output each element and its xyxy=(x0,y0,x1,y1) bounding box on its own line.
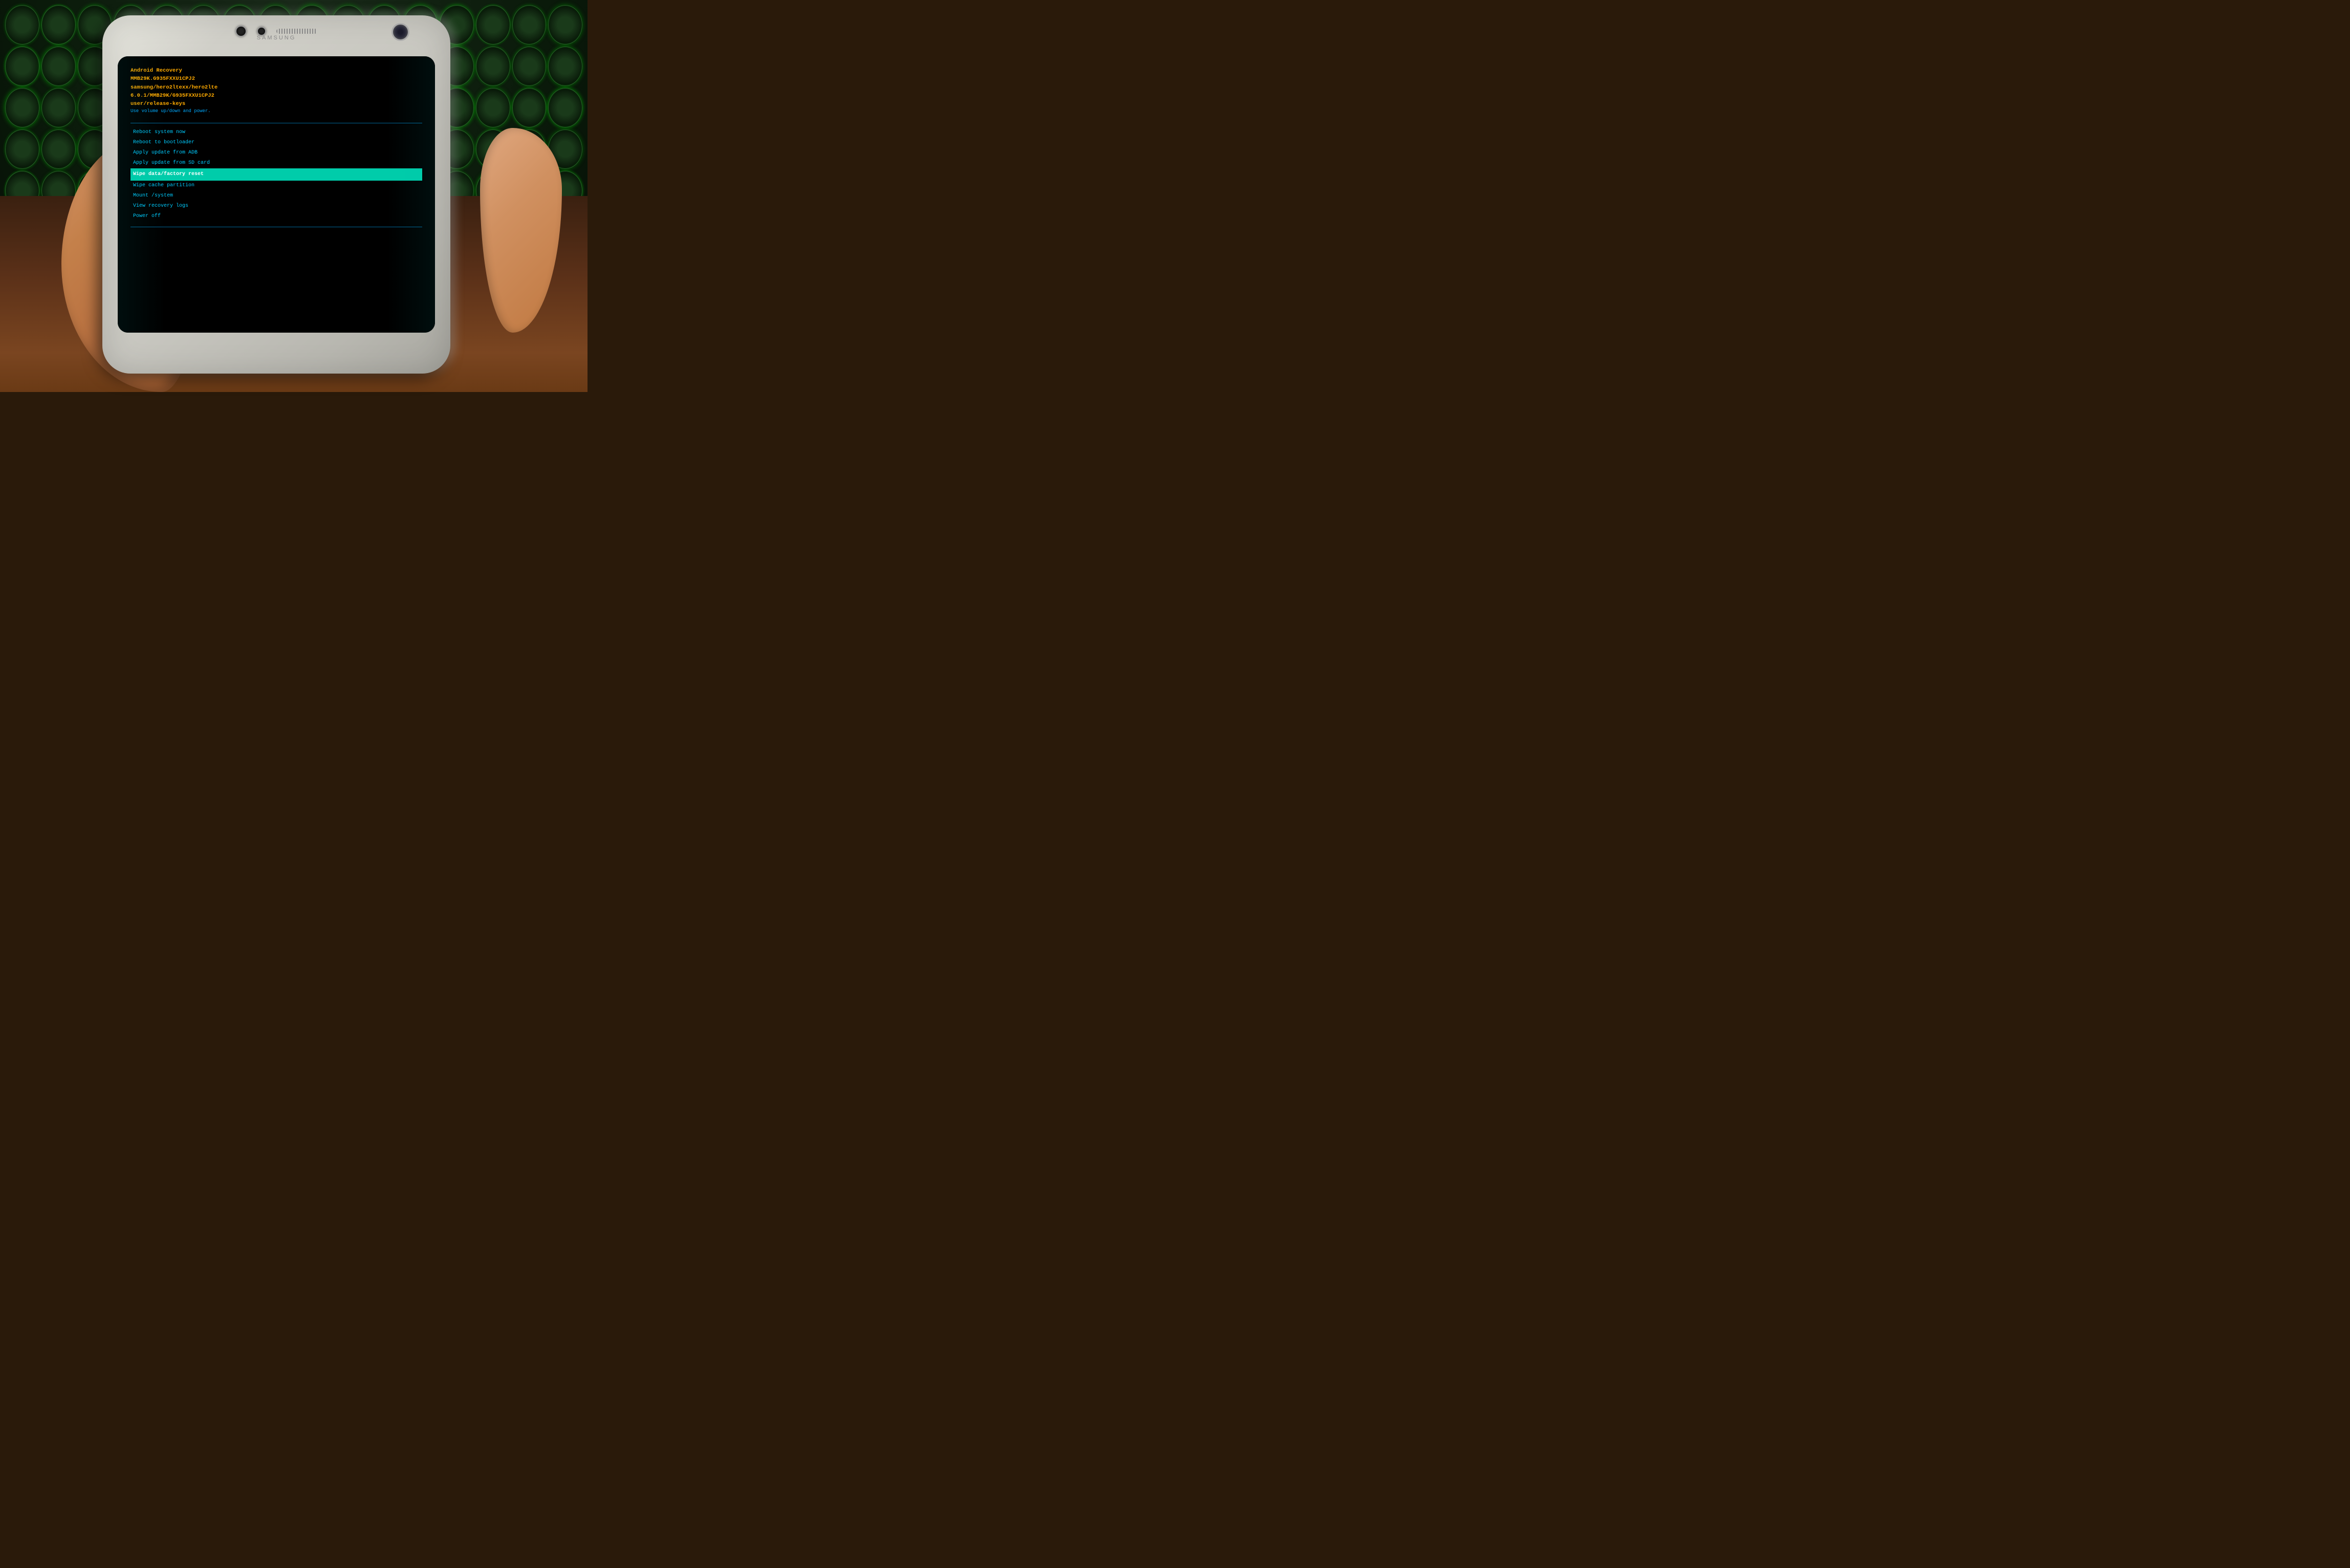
keyboard-key xyxy=(548,47,582,86)
keyboard-key xyxy=(512,5,547,45)
menu-item-power-off[interactable]: Power off xyxy=(130,211,422,222)
rear-camera xyxy=(391,23,409,41)
keyboard-key xyxy=(41,5,76,45)
samsung-logo: SAMSUNG xyxy=(257,35,296,41)
menu-item-reboot-system[interactable]: Reboot system now xyxy=(130,127,422,138)
build-line-4: user/release-keys xyxy=(130,100,422,108)
keyboard-key xyxy=(512,47,547,86)
menu-item-wipe-cache[interactable]: Wipe cache partition xyxy=(130,181,422,191)
keyboard-key xyxy=(5,129,39,169)
keyboard-key xyxy=(5,5,39,45)
keyboard-key xyxy=(512,88,547,127)
build-line-1: MMB29K.G935FXXU1CPJ2 xyxy=(130,75,422,83)
speaker-grill xyxy=(276,29,317,34)
recovery-header: Android Recovery MMB29K.G935FXXU1CPJ2 sa… xyxy=(130,67,422,115)
navigation-hint: Use volume up/down and power. xyxy=(130,108,422,115)
recovery-menu: Reboot system now Reboot to bootloader A… xyxy=(130,127,422,222)
recovery-title: Android Recovery xyxy=(130,67,422,75)
keyboard-key xyxy=(41,47,76,86)
menu-item-apply-sd[interactable]: Apply update from SD card xyxy=(130,158,422,168)
keyboard-key xyxy=(476,5,510,45)
menu-item-apply-adb[interactable]: Apply update from ADB xyxy=(130,148,422,158)
keyboard-key xyxy=(5,88,39,127)
keyboard-key xyxy=(476,47,510,86)
menu-item-wipe-factory[interactable]: Wipe data/factory reset xyxy=(130,168,422,181)
keyboard-key xyxy=(476,88,510,127)
keyboard-key xyxy=(548,88,582,127)
recovery-screen: Android Recovery MMB29K.G935FXXU1CPJ2 sa… xyxy=(118,56,435,333)
menu-item-reboot-bootloader[interactable]: Reboot to bootloader xyxy=(130,138,422,148)
menu-item-mount-system[interactable]: Mount /system xyxy=(130,191,422,201)
front-camera xyxy=(235,26,247,37)
keyboard-key xyxy=(41,129,76,169)
menu-item-view-logs[interactable]: View recovery logs xyxy=(130,201,422,211)
build-line-2: samsung/hero2ltexx/hero2lte xyxy=(130,83,422,92)
phone-body: SAMSUNG Android Recovery MMB29K.G935FXXU… xyxy=(102,15,450,374)
keyboard-key xyxy=(41,88,76,127)
keyboard-key xyxy=(548,5,582,45)
build-line-3: 6.0.1/MMB29K/G935FXXU1CPJ2 xyxy=(130,92,422,100)
keyboard-key xyxy=(5,47,39,86)
screen-bezel: Android Recovery MMB29K.G935FXXU1CPJ2 sa… xyxy=(118,56,435,333)
